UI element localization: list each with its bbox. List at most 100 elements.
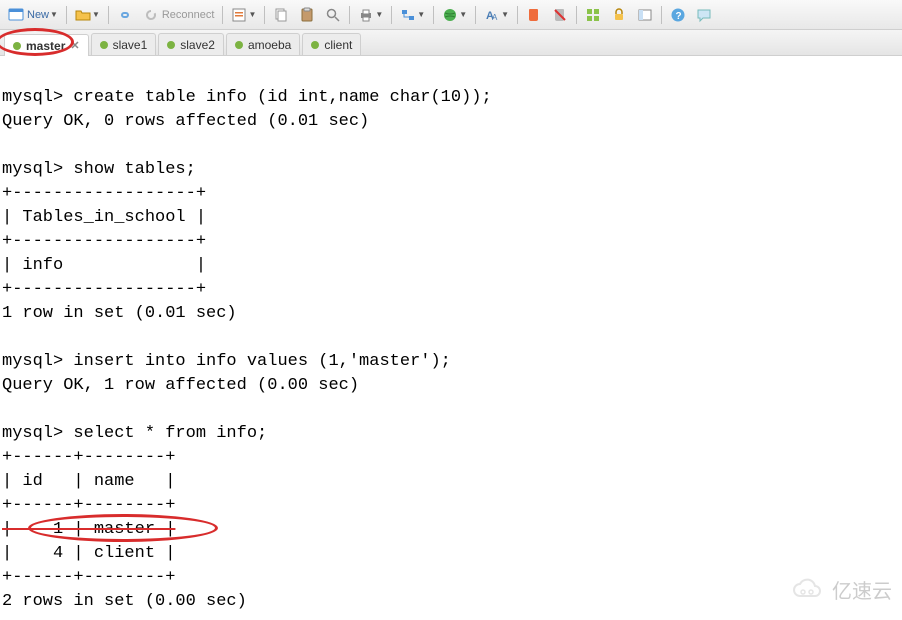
globe-button[interactable]: ▼: [438, 3, 471, 27]
terminal-line: | info |: [2, 256, 206, 275]
chat-button[interactable]: [692, 3, 716, 27]
separator: [222, 6, 223, 24]
terminal-line: +------------------+: [2, 232, 206, 251]
script-button[interactable]: [522, 3, 546, 27]
font-button[interactable]: AA ▼: [480, 3, 513, 27]
paste-button[interactable]: [295, 3, 319, 27]
new-label: New: [27, 9, 49, 21]
find-button[interactable]: [321, 3, 345, 27]
tab-bar: master ✕ slave1 slave2 amoeba client: [0, 30, 902, 56]
network-button[interactable]: ▼: [396, 3, 429, 27]
script-icon: [526, 7, 542, 23]
svg-text:?: ?: [676, 11, 682, 22]
status-dot-icon: [13, 42, 21, 50]
terminal-line: mysql> show tables;: [2, 160, 196, 179]
separator: [475, 6, 476, 24]
dropdown-arrow-icon: ▼: [50, 10, 58, 19]
panel-icon: [637, 7, 653, 23]
terminal-line: Query OK, 1 row affected (0.00 sec): [2, 376, 359, 395]
terminal-line: mysql> insert into info values (1,'maste…: [2, 352, 451, 371]
help-icon: ?: [670, 7, 686, 23]
properties-button[interactable]: ▼: [227, 3, 260, 27]
terminal-line: 2 rows in set (0.00 sec): [2, 592, 247, 611]
lock-button[interactable]: [607, 3, 631, 27]
link-icon: [117, 7, 133, 23]
cloud-logo-icon: [790, 578, 826, 602]
tab-slave2[interactable]: slave2: [158, 33, 224, 55]
copy-icon: [273, 7, 289, 23]
separator: [576, 6, 577, 24]
terminal-line: | 4 | client |: [2, 544, 175, 563]
reconnect-label: Reconnect: [162, 9, 215, 21]
separator: [66, 6, 67, 24]
help-button[interactable]: ?: [666, 3, 690, 27]
tab-label: master: [26, 39, 65, 53]
print-button[interactable]: ▼: [354, 3, 387, 27]
separator: [661, 6, 662, 24]
new-session-button[interactable]: New ▼: [4, 3, 62, 27]
reconnect-icon: [143, 7, 159, 23]
properties-icon: [231, 7, 247, 23]
separator: [108, 6, 109, 24]
terminal-line: 1 row in set (0.01 sec): [2, 304, 237, 323]
tab-label: slave2: [180, 38, 215, 52]
tab-client[interactable]: client: [302, 33, 361, 55]
separator: [349, 6, 350, 24]
separator: [517, 6, 518, 24]
tab-label: client: [324, 38, 352, 52]
cancel-script-button[interactable]: [548, 3, 572, 27]
script-cancel-icon: [552, 7, 568, 23]
tab-slave1[interactable]: slave1: [91, 33, 157, 55]
tab-label: slave1: [113, 38, 148, 52]
tab-master[interactable]: master ✕: [4, 34, 89, 56]
globe-icon: [442, 7, 458, 23]
terminal-line: mysql> create table info (id int,name ch…: [2, 88, 492, 107]
copy-button[interactable]: [269, 3, 293, 27]
folder-open-icon: [75, 7, 91, 23]
tab-label: amoeba: [248, 38, 291, 52]
status-dot-icon: [235, 41, 243, 49]
terminal-line: +------+--------+: [2, 496, 175, 515]
status-dot-icon: [311, 41, 319, 49]
terminal-output[interactable]: mysql> create table info (id int,name ch…: [0, 56, 902, 620]
link-button[interactable]: [113, 3, 137, 27]
tile-button[interactable]: [581, 3, 605, 27]
font-icon: AA: [484, 7, 500, 23]
panel-button[interactable]: [633, 3, 657, 27]
tile-icon: [585, 7, 601, 23]
toolbar: New ▼ ▼ Reconnect ▼: [0, 0, 902, 30]
separator: [391, 6, 392, 24]
close-icon[interactable]: ✕: [70, 39, 79, 52]
separator: [264, 6, 265, 24]
terminal-line: | id | name |: [2, 472, 175, 491]
dropdown-arrow-icon: ▼: [375, 10, 383, 19]
dropdown-arrow-icon: ▼: [501, 10, 509, 19]
status-dot-icon: [100, 41, 108, 49]
tab-amoeba[interactable]: amoeba: [226, 33, 300, 55]
terminal-icon: [8, 7, 24, 23]
search-icon: [325, 7, 341, 23]
chat-icon: [696, 7, 712, 23]
network-icon: [400, 7, 416, 23]
terminal-line: | 1 | master |: [2, 520, 175, 539]
dropdown-arrow-icon: ▼: [459, 10, 467, 19]
dropdown-arrow-icon: ▼: [92, 10, 100, 19]
status-dot-icon: [167, 41, 175, 49]
lock-icon: [611, 7, 627, 23]
terminal-line: +------+--------+: [2, 568, 175, 587]
watermark: 亿速云: [790, 575, 892, 604]
watermark-text: 亿速云: [832, 575, 892, 604]
terminal-line: +------------------+: [2, 280, 206, 299]
terminal-line: mysql> select * from info;: [2, 424, 267, 443]
print-icon: [358, 7, 374, 23]
reconnect-button[interactable]: Reconnect: [139, 3, 219, 27]
open-button[interactable]: ▼: [71, 3, 104, 27]
svg-text:A: A: [492, 13, 498, 22]
paste-icon: [299, 7, 315, 23]
terminal-line: +------+--------+: [2, 448, 175, 467]
separator: [433, 6, 434, 24]
terminal-line: +------------------+: [2, 184, 206, 203]
terminal-line: Query OK, 0 rows affected (0.01 sec): [2, 112, 369, 131]
dropdown-arrow-icon: ▼: [417, 10, 425, 19]
dropdown-arrow-icon: ▼: [248, 10, 256, 19]
